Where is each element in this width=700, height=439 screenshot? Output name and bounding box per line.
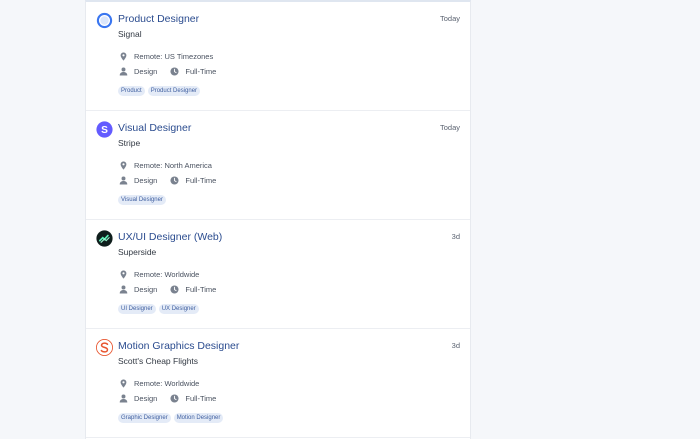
location-value: Worldwide: [164, 269, 200, 279]
company-name: Scott's Cheap Flights: [118, 356, 199, 366]
company-name: Superside: [118, 247, 157, 257]
tag-list: Graphic Designer Motion Designer: [118, 413, 224, 423]
location-label: Remote:: [134, 160, 163, 170]
tag-list: UI Designer UX Designer: [118, 304, 199, 314]
location-label: Remote:: [134, 51, 163, 61]
job-type: Full-Time: [185, 284, 217, 294]
job-card[interactable]: Motion Graphics Designer 3d Scott's Chea…: [86, 329, 470, 438]
svg-text:S: S: [101, 125, 108, 136]
location-pin-icon: [120, 269, 127, 279]
tag[interactable]: Graphic Designer: [118, 413, 171, 423]
company-name: Stripe: [118, 138, 141, 148]
meta-row: Design Full-Time: [119, 284, 216, 294]
stripe-logo-icon: S: [96, 121, 113, 138]
location-pin-icon: [120, 51, 127, 61]
job-category: Design: [134, 393, 158, 403]
job-title[interactable]: Visual Designer: [118, 122, 191, 134]
job-card[interactable]: S Visual Designer Today Stripe Remote: N…: [86, 111, 470, 220]
user-icon: [119, 285, 128, 294]
posted-date: Today: [439, 123, 460, 132]
scotts-cheap-flights-logo-icon: [96, 339, 113, 356]
posted-date: 3d: [451, 341, 460, 350]
job-category: Design: [134, 66, 158, 76]
location-value: US Timezones: [164, 51, 214, 61]
user-icon: [119, 176, 128, 185]
posted-date: Today: [439, 14, 460, 23]
tag[interactable]: UX Designer: [158, 304, 199, 314]
tag-list: Visual Designer: [118, 195, 166, 205]
job-category: Design: [134, 175, 158, 185]
tag-list: Product Product Designer: [118, 86, 201, 96]
tag[interactable]: Product: [118, 86, 145, 96]
meta-row: Design Full-Time: [119, 175, 216, 185]
tag[interactable]: UI Designer: [118, 304, 156, 314]
location-row: Remote: US Timezones: [119, 51, 213, 61]
location-row: Remote: Worldwide: [119, 378, 199, 388]
job-type: Full-Time: [185, 393, 217, 403]
user-icon: [119, 394, 128, 403]
tag[interactable]: Product Designer: [147, 86, 201, 96]
clock-icon: [170, 175, 179, 185]
meta-row: Design Full-Time: [119, 393, 216, 403]
location-label: Remote:: [134, 378, 163, 388]
meta-row: Design Full-Time: [119, 66, 216, 76]
location-pin-icon: [120, 378, 127, 388]
tag[interactable]: Motion Designer: [173, 413, 224, 423]
job-category: Design: [134, 284, 158, 294]
clock-icon: [170, 284, 179, 294]
job-title[interactable]: Product Designer: [118, 13, 199, 25]
job-card[interactable]: UX/UI Designer (Web) 3d Superside Remote…: [86, 220, 470, 329]
job-type: Full-Time: [185, 66, 217, 76]
clock-icon: [170, 393, 179, 403]
superside-logo-icon: [96, 230, 113, 247]
signal-logo-icon: [96, 12, 113, 29]
location-value: Worldwide: [164, 378, 200, 388]
location-row: Remote: North America: [119, 160, 212, 170]
job-card[interactable]: Product Designer Today Signal Remote: US…: [86, 2, 470, 111]
location-label: Remote:: [134, 269, 163, 279]
job-type: Full-Time: [185, 175, 217, 185]
location-pin-icon: [120, 160, 127, 170]
location-value: North America: [164, 160, 212, 170]
job-title[interactable]: UX/UI Designer (Web): [118, 231, 222, 243]
location-row: Remote: Worldwide: [119, 269, 199, 279]
posted-date: 3d: [451, 232, 460, 241]
user-icon: [119, 67, 128, 76]
job-title[interactable]: Motion Graphics Designer: [118, 340, 239, 352]
tag[interactable]: Visual Designer: [118, 195, 166, 205]
clock-icon: [170, 66, 179, 76]
job-list: Product Designer Today Signal Remote: US…: [85, 0, 471, 439]
company-name: Signal: [118, 29, 142, 39]
